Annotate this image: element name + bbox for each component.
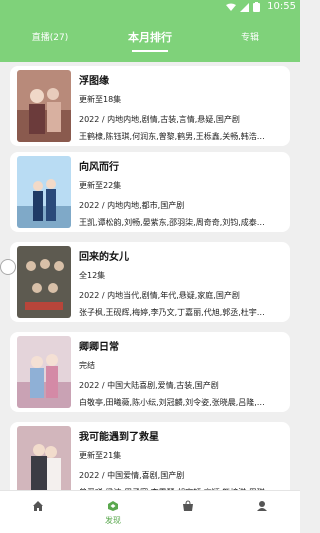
episode-status: 完结 <box>79 361 95 370</box>
episode-status: 全12集 <box>79 271 106 280</box>
nav-profile[interactable] <box>232 491 292 533</box>
tab-monthly-ranking[interactable]: 本月排行 <box>110 14 190 62</box>
episode-status: 更新至21集 <box>79 451 122 460</box>
top-tab-bar: 直播(27) 本月排行 专辑 <box>0 14 300 62</box>
episode-status: 更新至18集 <box>79 95 122 104</box>
active-tab-indicator <box>132 50 168 52</box>
poster-image <box>17 336 71 408</box>
drama-meta: 2022 / 内地当代,剧情,年代,悬疑,家庭,国产剧 <box>79 291 240 300</box>
wifi-icon <box>226 3 236 11</box>
clock: 10:55 <box>267 1 296 12</box>
drama-cast: 王鹤棣,陈钰琪,何润东,曾黎,鹤男,王栎鑫,关畅,韩浩… <box>79 132 265 141</box>
home-icon <box>33 501 43 511</box>
poster-image <box>17 246 71 318</box>
drama-title: 浮图缘 <box>79 76 109 87</box>
nav-bag[interactable] <box>158 491 218 533</box>
poster-image <box>17 70 71 142</box>
drama-title: 我可能遇到了救星 <box>79 432 159 443</box>
episode-status: 更新至22集 <box>79 181 122 190</box>
bag-icon <box>183 500 193 511</box>
drama-meta: 2022 / 中国大陆喜剧,爱情,古装,国产剧 <box>79 381 219 390</box>
drama-cast: 白敬亭,田曦薇,陈小纭,刘冠麟,刘令姿,张晓晨,吕隆,… <box>79 398 265 407</box>
status-icons <box>226 1 260 13</box>
discover-icon <box>108 501 118 511</box>
list-item[interactable]: 卿卿日常 完结 2022 / 中国大陆喜剧,爱情,古装,国产剧 白敬亭,田曦薇,… <box>10 332 290 412</box>
nav-discover-label: 发现 <box>105 516 121 525</box>
drama-meta: 2022 / 内地内地,剧情,古装,言情,悬疑,国产剧 <box>79 115 240 124</box>
tab-live[interactable]: 直播(27) <box>20 14 80 62</box>
drama-title: 向风而行 <box>79 162 119 173</box>
drama-meta: 2022 / 中国爱情,喜剧,国产剧 <box>79 471 185 480</box>
status-bar: 10:55 <box>0 0 300 14</box>
user-icon <box>257 501 267 511</box>
poster-image <box>17 426 71 498</box>
bottom-nav: 发现 <box>0 490 300 533</box>
drama-title: 卿卿日常 <box>79 342 119 353</box>
drama-cast: 王凯,谭松韵,刘畅,晏紫东,邵羽柒,周奇奇,刘钧,成泰… <box>79 218 265 227</box>
list-item[interactable]: 向风而行 更新至22集 2022 / 内地内地,都市,国产剧 王凯,谭松韵,刘畅… <box>10 152 290 232</box>
list-item[interactable]: 浮图缘 更新至18集 2022 / 内地内地,剧情,古装,言情,悬疑,国产剧 王… <box>10 66 290 146</box>
tab-album[interactable]: 专辑 <box>225 14 275 62</box>
list-item[interactable]: 回来的女儿 全12集 2022 / 内地当代,剧情,年代,悬疑,家庭,国产剧 张… <box>10 242 290 322</box>
drama-title: 回来的女儿 <box>79 252 129 263</box>
battery-icon <box>253 2 260 12</box>
tab-album-label: 专辑 <box>240 33 259 43</box>
poster-image <box>17 156 71 228</box>
floating-handle[interactable] <box>0 259 16 275</box>
content-area: 浮图缘 更新至18集 2022 / 内地内地,剧情,古装,言情,悬疑,国产剧 王… <box>0 62 300 502</box>
drama-meta: 2022 / 内地内地,都市,国产剧 <box>79 201 185 210</box>
signal-icon <box>240 2 249 12</box>
tab-monthly-ranking-label: 本月排行 <box>128 31 172 44</box>
nav-discover[interactable]: 发现 <box>83 491 143 533</box>
tab-live-label: 直播(27) <box>31 33 69 43</box>
drama-cast: 张子枫,王砚辉,梅婷,李乃文,丁嘉丽,代旭,郭丞,杜宇… <box>79 308 265 317</box>
nav-home[interactable] <box>8 491 68 533</box>
